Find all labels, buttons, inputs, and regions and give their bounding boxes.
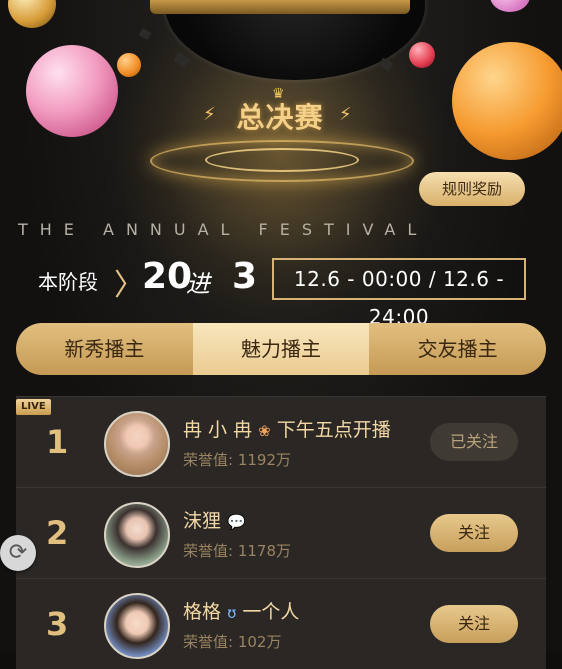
honor-score: 荣誉值: 1192万 bbox=[183, 451, 291, 469]
wink-icon: ʊ bbox=[227, 604, 237, 622]
streamer-name-text: 冉 小 冉 bbox=[183, 419, 253, 441]
followed-button[interactable]: 已关注 bbox=[430, 423, 518, 461]
follow-button[interactable]: 关注 bbox=[430, 514, 518, 552]
stage-label: 本阶段 bbox=[38, 270, 98, 294]
big-orange-planet bbox=[452, 42, 562, 160]
speech-bubble-icon: 💬 bbox=[227, 513, 246, 531]
streamer-name-text: 格格 bbox=[183, 601, 222, 623]
stage-from-count: 20 bbox=[142, 256, 193, 297]
honor-score: 荣誉值: 1178万 bbox=[183, 542, 291, 560]
glowing-stage-inner bbox=[205, 148, 359, 172]
lightning-right-icon: ⚡ bbox=[339, 104, 352, 125]
small-orange-planet bbox=[117, 53, 141, 77]
honor-score: 荣誉值: 102万 bbox=[183, 633, 282, 651]
live-badge: LIVE bbox=[16, 399, 51, 415]
streamer-name-text: 沫狸 bbox=[183, 510, 222, 532]
rank-number: 3 bbox=[46, 605, 69, 643]
ranking-row[interactable]: LIVE 1 冉 小 冉 ❀ 下午五点开播 荣誉值: 1192万 已关注 bbox=[16, 396, 546, 487]
streamer-name-suffix: 下午五点开播 bbox=[276, 419, 391, 441]
red-planet bbox=[409, 42, 435, 68]
rules-reward-button[interactable]: 规则奖励 bbox=[419, 172, 525, 206]
streamer-name-suffix: 一个人 bbox=[242, 601, 300, 623]
category-tabs: 新秀播主 魅力播主 交友播主 bbox=[16, 323, 546, 375]
ranking-row[interactable]: 3 格格 ʊ 一个人 荣誉值: 102万 关注 bbox=[16, 578, 546, 669]
streamer-name: 格格 ʊ 一个人 bbox=[183, 597, 299, 624]
avatar[interactable] bbox=[104, 411, 170, 477]
ranking-row[interactable]: 2 沫狸 💬 荣誉值: 1178万 关注 bbox=[16, 487, 546, 578]
festival-subtitle: THE ANNUAL FESTIVAL bbox=[18, 220, 429, 239]
tab-social[interactable]: 交友播主 bbox=[369, 323, 546, 375]
flower-icon: ❀ bbox=[258, 422, 271, 440]
tab-newcomer[interactable]: 新秀播主 bbox=[16, 323, 193, 375]
avatar[interactable] bbox=[104, 502, 170, 568]
top-banner-edge bbox=[150, 0, 410, 14]
rank-number: 1 bbox=[46, 423, 69, 461]
streamer-name: 沫狸 💬 bbox=[183, 506, 246, 533]
tab-charm[interactable]: 魅力播主 bbox=[192, 323, 370, 375]
refresh-icon[interactable]: ⟳ bbox=[0, 535, 36, 571]
avatar[interactable] bbox=[104, 593, 170, 659]
pink-planet bbox=[26, 45, 118, 137]
ranking-list: LIVE 1 冉 小 冉 ❀ 下午五点开播 荣誉值: 1192万 已关注 2 沫… bbox=[16, 396, 546, 669]
follow-button[interactable]: 关注 bbox=[430, 605, 518, 643]
stage-connector: 进 bbox=[186, 270, 210, 298]
time-range: 12.6 - 00:00 / 12.6 - 24:00 bbox=[272, 258, 526, 329]
streamer-name: 冉 小 冉 ❀ 下午五点开播 bbox=[183, 415, 391, 442]
rank-number: 2 bbox=[46, 514, 69, 552]
stage-to-count: 3 bbox=[232, 256, 258, 297]
hero-title: 总决赛 bbox=[236, 101, 324, 134]
chevron-right-icon: 〉 bbox=[114, 268, 144, 303]
